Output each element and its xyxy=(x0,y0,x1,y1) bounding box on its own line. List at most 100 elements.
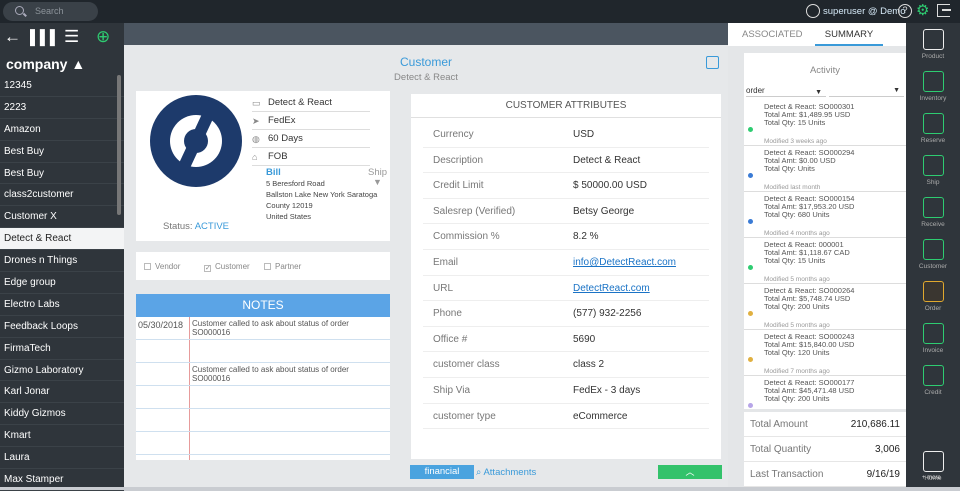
rail-button-receive[interactable]: Receive xyxy=(906,193,960,235)
invoice-icon xyxy=(923,323,944,344)
attribute-value: class 2 xyxy=(573,359,605,371)
user-label[interactable]: superuser @ Demo xyxy=(823,4,906,19)
attribute-label: Description xyxy=(433,154,484,166)
attribute-label: Office # xyxy=(433,333,468,345)
note-row[interactable]: Customer called to ask about status of o… xyxy=(136,363,390,386)
activity-item[interactable]: Detect & React: 000001 Total Amt: $1,118.… xyxy=(744,239,906,284)
list-item[interactable]: class2customer xyxy=(0,184,124,207)
tag-icon: ⌂ xyxy=(252,152,258,162)
list-item[interactable]: 2223 xyxy=(0,97,124,119)
attribute-label: Ship Via xyxy=(433,385,471,396)
status-dot-icon xyxy=(748,311,753,316)
rail-button-credit[interactable]: Credit xyxy=(906,361,960,403)
partner-checkbox[interactable]: Partner xyxy=(264,262,301,271)
rail-button-invoice[interactable]: Invoice xyxy=(906,319,960,361)
activity-modified: Modified last month xyxy=(764,184,821,191)
activity-item[interactable]: Detect & React: SO000301 Total Amt: $1,48… xyxy=(744,101,906,146)
activity-secondary-select[interactable]: ▼ xyxy=(829,85,904,97)
note-row[interactable] xyxy=(136,409,390,432)
list-item[interactable]: Max Stamper xyxy=(0,469,124,491)
expand-up-button[interactable]: ︿ xyxy=(658,465,722,479)
financial-tab[interactable]: financial xyxy=(410,465,474,479)
list-item[interactable]: Best Buy xyxy=(0,163,124,185)
list-item[interactable]: Drones n Things xyxy=(0,250,124,273)
attachments-link[interactable]: ⌕ Attachments xyxy=(476,467,536,478)
activity-line: Total Qty: 680 Units xyxy=(764,210,830,219)
bar-chart-icon[interactable]: ▌▌▌ xyxy=(30,27,60,47)
list-icon[interactable]: ☰ xyxy=(64,27,79,47)
attribute-value[interactable]: info@DetectReact.com xyxy=(573,250,676,275)
list-item[interactable]: Kiddy Gizmos xyxy=(0,403,124,426)
note-row[interactable] xyxy=(136,432,390,455)
chevron-down-icon: ▼ xyxy=(893,87,900,94)
rail-button-order[interactable]: Order xyxy=(906,277,960,319)
rail-button-product[interactable]: Product xyxy=(906,25,960,67)
attributes-title: CUSTOMER ATTRIBUTES xyxy=(411,94,721,118)
rail-label: Credit xyxy=(924,389,942,396)
tab-associated[interactable]: ASSOCIATED xyxy=(742,23,803,46)
page-subtitle: Detect & React xyxy=(394,72,458,83)
globe-icon: ◍ xyxy=(252,134,260,144)
note-row[interactable]: 05/30/2018 Customer called to ask about s… xyxy=(136,317,390,340)
attribute-label: Credit Limit xyxy=(433,180,484,192)
chevron-down-icon[interactable]: ▼ xyxy=(373,177,382,187)
logout-icon[interactable] xyxy=(937,4,951,17)
attribute-row: Office # 5690 xyxy=(423,327,709,353)
list-item[interactable]: FirmaTech xyxy=(0,338,124,360)
status-badge: ACTIVE xyxy=(194,221,230,232)
gear-icon[interactable]: ⚙ xyxy=(916,3,929,19)
list-item[interactable]: Edge group xyxy=(0,272,124,294)
scrollbar[interactable] xyxy=(117,75,121,215)
list-item[interactable]: Karl Jonar xyxy=(0,381,124,404)
total-label: Last Transaction xyxy=(750,469,824,480)
rail-button-customer[interactable]: Customer xyxy=(906,235,960,277)
bill-tab[interactable]: Bill xyxy=(266,167,281,178)
vendor-checkbox[interactable]: Vendor xyxy=(144,262,180,271)
list-item[interactable]: Amazon xyxy=(0,119,124,141)
list-item[interactable]: Gizmo Laboratory xyxy=(0,360,124,382)
customer-checkbox[interactable]: ✓ Customer xyxy=(204,262,250,272)
activity-line: Total Qty: 15 Units xyxy=(764,118,826,127)
activity-item[interactable]: Detect & React: SO000243 Total Amt: $15,8… xyxy=(744,331,906,376)
attribute-value[interactable]: DetectReact.com xyxy=(573,276,650,301)
rail-button-reserve[interactable]: Reserve xyxy=(906,109,960,151)
paperclip-icon: ⌕ xyxy=(476,467,482,478)
rail-button-ship[interactable]: Ship xyxy=(906,151,960,193)
page-title: Customer xyxy=(399,55,452,69)
address-line: 5 Beresford Road xyxy=(266,179,325,188)
list-item[interactable]: Best Buy xyxy=(0,141,124,163)
tab-summary[interactable]: SUMMARY xyxy=(815,23,883,46)
activity-item[interactable]: Detect & React: SO000264 Total Amt: $5,74… xyxy=(744,285,906,330)
list-item[interactable]: Kmart xyxy=(0,425,124,448)
add-icon[interactable]: ⊕ xyxy=(96,27,110,47)
search-input[interactable]: Search xyxy=(3,2,98,21)
back-arrow-icon[interactable]: ← xyxy=(4,27,21,47)
address-line: United States xyxy=(266,212,312,221)
more-link[interactable]: + more xyxy=(922,475,941,481)
activity-item[interactable]: Detect & React: SO000294 Total Amt: $0.00… xyxy=(744,147,906,192)
list-item[interactable]: Customer X xyxy=(0,206,124,229)
attribute-value: (577) 932-2256 xyxy=(573,308,642,320)
attribute-value: 8.2 % xyxy=(573,231,599,243)
status-dot-icon xyxy=(748,127,753,132)
list-item[interactable]: Electro Labs xyxy=(0,294,124,316)
note-row[interactable] xyxy=(136,386,390,409)
list-item[interactable]: Feedback Loops xyxy=(0,316,124,338)
note-row[interactable] xyxy=(136,340,390,363)
list-item[interactable]: Detect & React xyxy=(0,228,124,251)
rail-button-home[interactable]: Home xyxy=(906,447,960,489)
attribute-value: USD xyxy=(573,129,595,140)
edit-icon[interactable] xyxy=(706,56,719,69)
attribute-value: eCommerce xyxy=(573,410,628,422)
list-item[interactable]: Laura xyxy=(0,447,124,470)
rail-button-inventory[interactable]: Inventory xyxy=(906,67,960,109)
total-row: Total Amount 210,686.11 xyxy=(744,412,906,437)
activity-item[interactable]: Detect & React: SO000154 Total Amt: $17,9… xyxy=(744,193,906,238)
attribute-label: Salesrep (Verified) xyxy=(433,205,516,217)
user-icon[interactable] xyxy=(806,4,820,18)
help-icon[interactable]: ? xyxy=(898,4,912,18)
activity-line: Total Qty: Units xyxy=(764,164,815,173)
list-item[interactable]: 12345 xyxy=(0,75,124,97)
sidebar-sort-header[interactable]: company ▲ xyxy=(0,53,124,75)
activity-filter-select[interactable]: order ▼ xyxy=(746,85,826,97)
